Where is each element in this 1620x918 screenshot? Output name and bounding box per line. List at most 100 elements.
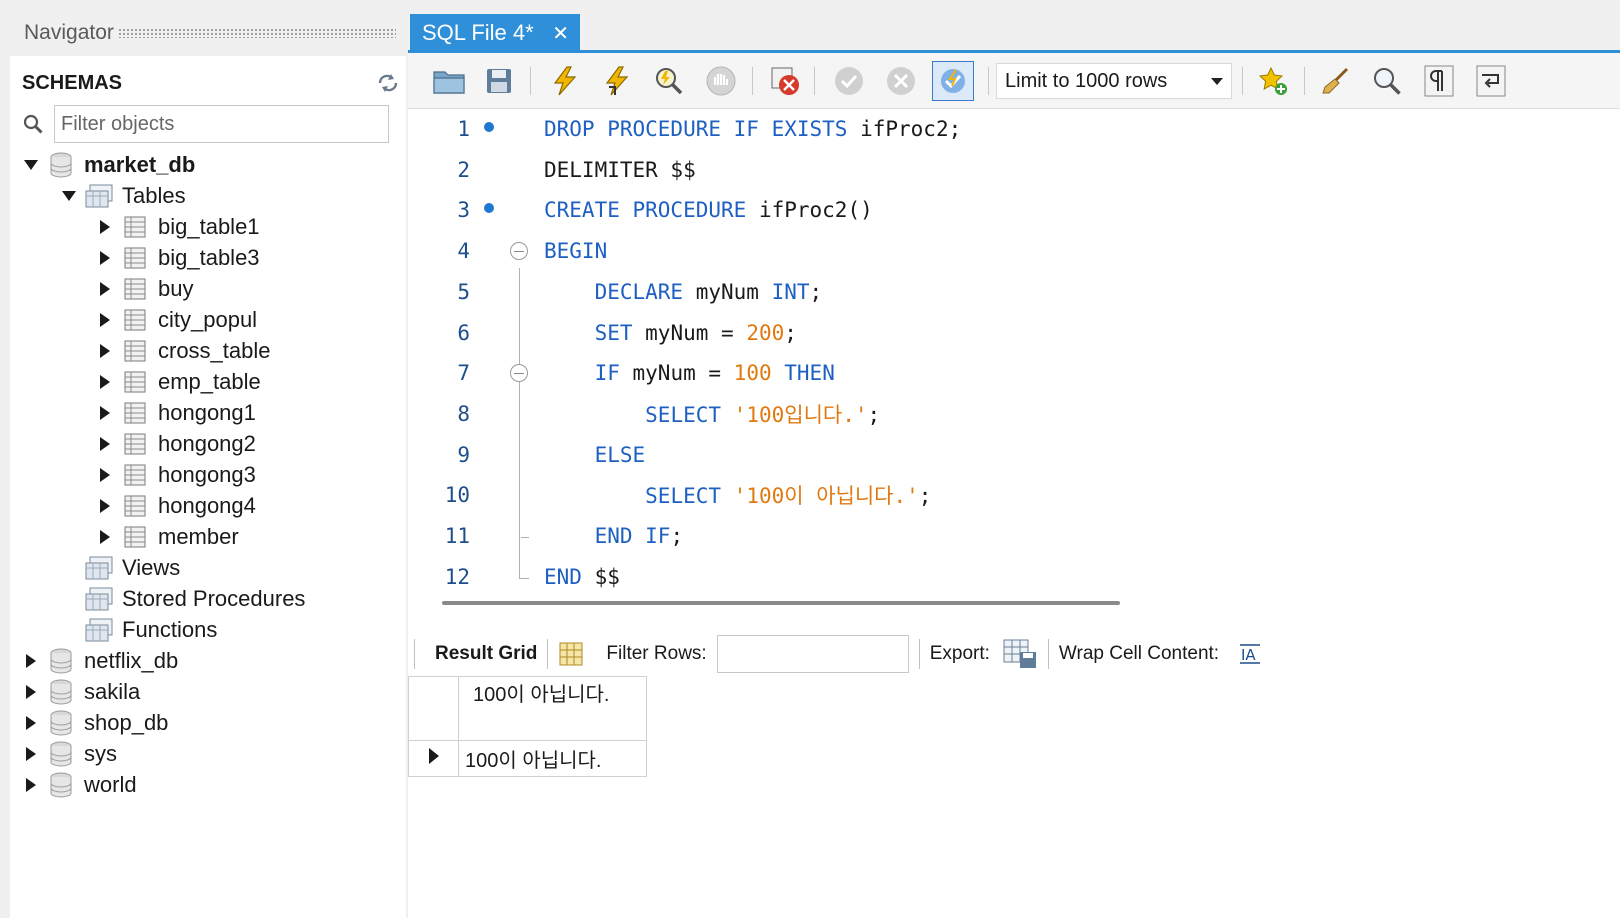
execute-current-icon[interactable] <box>596 61 638 101</box>
explain-icon[interactable] <box>648 61 690 101</box>
horizontal-scrollbar[interactable] <box>442 601 1120 605</box>
code-line[interactable]: 4 BEGIN <box>408 231 1620 271</box>
sql-literal: '100이 아닙니다.' <box>733 484 919 509</box>
tree-item-table[interactable]: hongong1 <box>96 397 256 428</box>
expand-arrow-icon[interactable] <box>96 404 114 422</box>
code-line[interactable]: 9 ELSE <box>408 435 1620 475</box>
code-line[interactable]: 12 END $$ <box>408 557 1620 597</box>
sql-keyword: DECLARE <box>594 279 684 304</box>
tree-item-table[interactable]: city_popul <box>96 304 257 335</box>
column-header[interactable]: 100이 아닙니다. <box>458 676 647 741</box>
table-icon <box>120 214 150 240</box>
fold-toggle-icon[interactable] <box>510 242 528 261</box>
expand-arrow-icon[interactable] <box>22 745 40 763</box>
stop-icon[interactable] <box>700 61 742 101</box>
expand-arrow-icon[interactable] <box>96 280 114 298</box>
expand-arrow-icon[interactable] <box>96 466 114 484</box>
rollback-icon[interactable] <box>880 61 922 101</box>
export-label: Export: <box>929 643 990 664</box>
tree-item-table[interactable]: buy <box>96 273 193 304</box>
tab-strip: SQL File 4* ✕ <box>408 0 1620 53</box>
tree-item-table[interactable]: hongong3 <box>96 459 256 490</box>
tree-item-table[interactable]: member <box>96 521 239 552</box>
navigator-grip[interactable] <box>117 28 396 38</box>
collapse-arrow-icon[interactable] <box>22 156 40 174</box>
sql-code-editor[interactable]: 1 DROP PROCEDURE IF EXISTS ifProc2; 2 DELIM… <box>408 109 1620 599</box>
refresh-icon[interactable] <box>374 71 402 95</box>
autocommit-toggle-icon[interactable] <box>932 61 974 101</box>
code-line[interactable]: 3 CREATE PROCEDURE ifProc2() <box>408 190 1620 230</box>
tree-item-schema[interactable]: netflix_db <box>22 645 178 676</box>
tree-item-views[interactable]: Views <box>60 552 180 583</box>
grid-view-icon[interactable] <box>558 641 584 667</box>
tree-item-schema[interactable]: sys <box>22 738 117 769</box>
tree-item-schema[interactable]: shop_db <box>22 707 168 738</box>
row-selector[interactable] <box>408 740 459 777</box>
filter-rows-input[interactable] <box>716 635 909 673</box>
execute-icon[interactable] <box>544 61 586 101</box>
tab-sql-file[interactable]: SQL File 4* ✕ <box>410 14 580 52</box>
grid-corner-cell[interactable] <box>408 676 459 741</box>
expand-arrow-icon[interactable] <box>96 528 114 546</box>
tree-item-table[interactable]: hongong4 <box>96 490 256 521</box>
sql-literal: '100입니다.' <box>733 402 868 427</box>
tree-item-tables[interactable]: Tables <box>60 180 186 211</box>
expand-arrow-icon[interactable] <box>96 497 114 515</box>
sql-keyword: INT <box>771 279 810 304</box>
word-wrap-icon[interactable] <box>1470 61 1512 101</box>
expand-arrow-icon[interactable] <box>22 652 40 670</box>
expand-arrow-icon[interactable] <box>22 714 40 732</box>
expand-arrow-icon[interactable] <box>96 342 114 360</box>
code-line[interactable]: 2 DELIMITER $$ <box>408 150 1620 190</box>
find-icon[interactable] <box>1366 61 1408 101</box>
table-icon <box>120 524 150 550</box>
commit-icon[interactable] <box>828 61 870 101</box>
code-text: DELIMITER $$ <box>544 158 696 182</box>
tree-item-table[interactable]: cross_table <box>96 335 271 366</box>
tree-item-table[interactable]: hongong2 <box>96 428 256 459</box>
tree-item-schema[interactable]: world <box>22 769 137 800</box>
expand-arrow-icon[interactable] <box>96 373 114 391</box>
invisible-chars-icon[interactable] <box>1418 61 1460 101</box>
save-icon[interactable] <box>478 61 520 101</box>
tree-item-market-db[interactable]: market_db <box>22 149 195 180</box>
tree-item-table[interactable]: emp_table <box>96 366 261 397</box>
export-icon[interactable] <box>1002 638 1038 670</box>
code-line[interactable]: 8 SELECT '100입니다.'; <box>408 394 1620 434</box>
code-line[interactable]: 10 SELECT '100이 아닙니다.'; <box>408 475 1620 515</box>
expand-arrow-icon[interactable] <box>96 218 114 236</box>
code-line[interactable]: 5 DECLARE myNum INT; <box>408 272 1620 312</box>
open-folder-icon[interactable] <box>428 61 470 101</box>
expand-arrow-icon[interactable] <box>96 311 114 329</box>
tree-item-functions[interactable]: Functions <box>60 614 217 645</box>
filter-objects-input[interactable] <box>54 105 389 143</box>
collapse-arrow-icon[interactable] <box>60 187 78 205</box>
database-icon <box>46 648 76 674</box>
code-line[interactable]: 11 END IF; <box>408 516 1620 556</box>
expand-arrow-icon[interactable] <box>96 435 114 453</box>
close-icon[interactable]: ✕ <box>550 22 572 45</box>
code-text: DECLARE myNum INT; <box>544 279 823 304</box>
expand-arrow-icon[interactable] <box>22 683 40 701</box>
add-snippet-star-icon[interactable] <box>1252 61 1294 101</box>
tree-item-stored-procedures[interactable]: Stored Procedures <box>60 583 305 614</box>
expand-arrow-icon[interactable] <box>96 249 114 267</box>
tree-item-schema[interactable]: sakila <box>22 676 140 707</box>
beautify-broom-icon[interactable] <box>1314 61 1356 101</box>
wrap-cell-icon[interactable]: IA <box>1237 642 1263 666</box>
table-row[interactable]: 100이 아닙니다. <box>408 740 647 777</box>
code-line[interactable]: 1 DROP PROCEDURE IF EXISTS ifProc2; <box>408 109 1620 149</box>
tree-item-table[interactable]: big_table1 <box>96 211 260 242</box>
sql-keyword: ELSE <box>594 442 646 467</box>
code-line[interactable]: 7 IF myNum = 100 THEN <box>408 353 1620 393</box>
code-line[interactable]: 6 SET myNum = 200; <box>408 313 1620 353</box>
result-grid-tab[interactable]: Result Grid <box>435 643 537 665</box>
expand-arrow-icon[interactable] <box>22 776 40 794</box>
table-cell[interactable]: 100이 아닙니다. <box>458 740 647 777</box>
stop-on-error-icon[interactable] <box>764 61 806 101</box>
limit-rows-select[interactable]: Limit to 1000 rows <box>996 63 1232 99</box>
fold-toggle-icon[interactable] <box>510 364 528 383</box>
tree-item-table[interactable]: big_table3 <box>96 242 260 273</box>
